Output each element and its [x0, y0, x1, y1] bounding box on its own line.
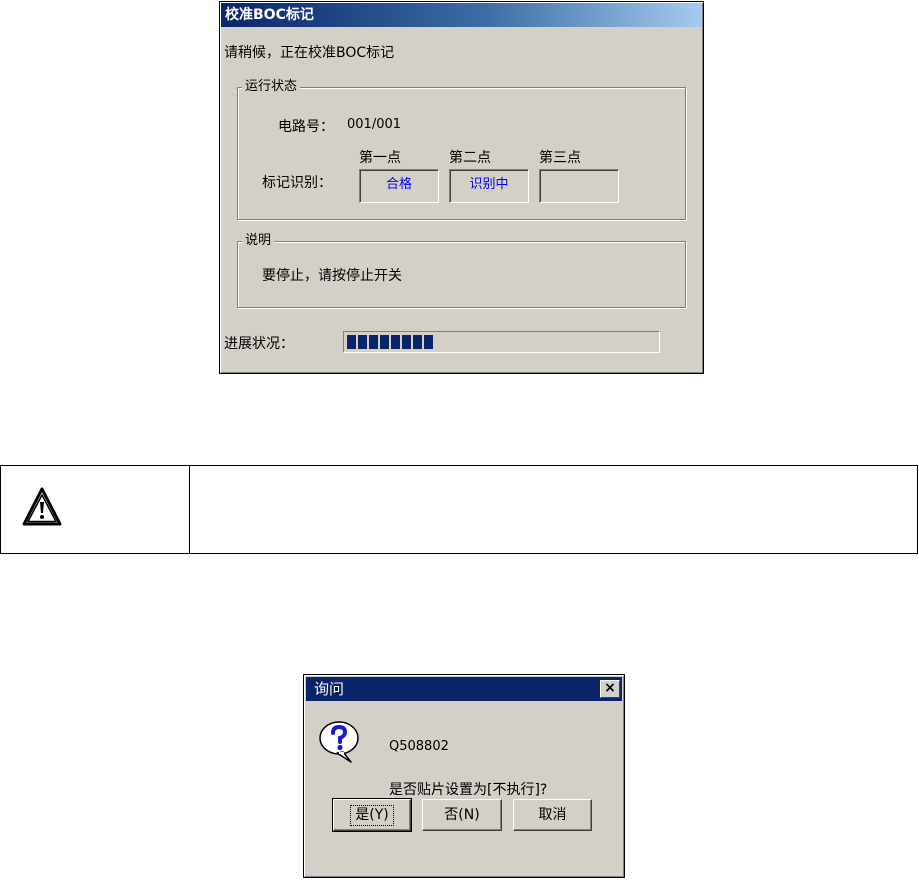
question-dialog: 询问 × Q508802 是否贴片设置为[不执行]? 是(Y) 否(N) 取消	[303, 674, 625, 878]
dialog-title-bar[interactable]: 校准BOC标记	[221, 3, 702, 27]
point2-status: 识别中	[449, 169, 529, 203]
no-button-label: 否(N)	[444, 806, 480, 823]
point1-status: 合格	[359, 169, 439, 203]
progress-bar	[343, 331, 660, 353]
progress-segment	[402, 335, 411, 349]
no-button[interactable]: 否(N)	[422, 799, 502, 831]
point1-header: 第一点	[359, 150, 401, 166]
description-legend: 说明	[242, 233, 275, 249]
progress-segment	[424, 335, 433, 349]
warning-box	[0, 465, 918, 554]
progress-segment	[391, 335, 400, 349]
run-status-group: 运行状态 电路号： 001/001 第一点 第二点 第三点 标记识别： 合格 识…	[237, 79, 686, 220]
question-balloon-icon	[317, 719, 361, 767]
point3-status	[539, 169, 619, 203]
calibrate-boc-dialog: 校准BOC标记 请稍候，正在校准BOC标记 运行状态 电路号： 001/001 …	[219, 1, 704, 374]
description-group: 说明 要停止，请按停止开关	[237, 233, 686, 308]
wait-message: 请稍候，正在校准BOC标记	[224, 45, 395, 61]
question-text: 是否贴片设置为[不执行]?	[389, 782, 548, 798]
dialog-title: 校准BOC标记	[225, 7, 314, 23]
mark-recognition-label: 标记识别：	[262, 175, 332, 191]
progress-fill	[347, 335, 440, 349]
dialog-title-bar[interactable]: 询问 ×	[306, 677, 622, 701]
point3-header: 第三点	[539, 150, 581, 166]
cancel-button[interactable]: 取消	[513, 799, 592, 831]
cancel-button-label: 取消	[538, 806, 567, 823]
run-status-legend: 运行状态	[242, 79, 301, 95]
warning-divider	[189, 466, 190, 553]
close-button[interactable]: ×	[600, 680, 620, 698]
progress-segment	[358, 335, 367, 349]
yes-button-label: 是(Y)	[350, 804, 394, 826]
progress-segment	[413, 335, 422, 349]
dialog-title: 询问	[314, 680, 345, 698]
circuit-label: 电路号：	[278, 119, 334, 135]
circuit-value: 001/001	[347, 117, 402, 132]
close-icon: ×	[604, 680, 616, 696]
question-code: Q508802	[389, 739, 449, 754]
progress-segment	[380, 335, 389, 349]
warning-triangle-icon	[21, 486, 63, 532]
progress-segment	[369, 335, 378, 349]
yes-button[interactable]: 是(Y)	[332, 798, 412, 832]
description-text: 要停止，请按停止开关	[262, 268, 402, 284]
progress-label: 进展状况：	[224, 336, 294, 352]
progress-segment	[347, 335, 356, 349]
point2-header: 第二点	[449, 150, 491, 166]
